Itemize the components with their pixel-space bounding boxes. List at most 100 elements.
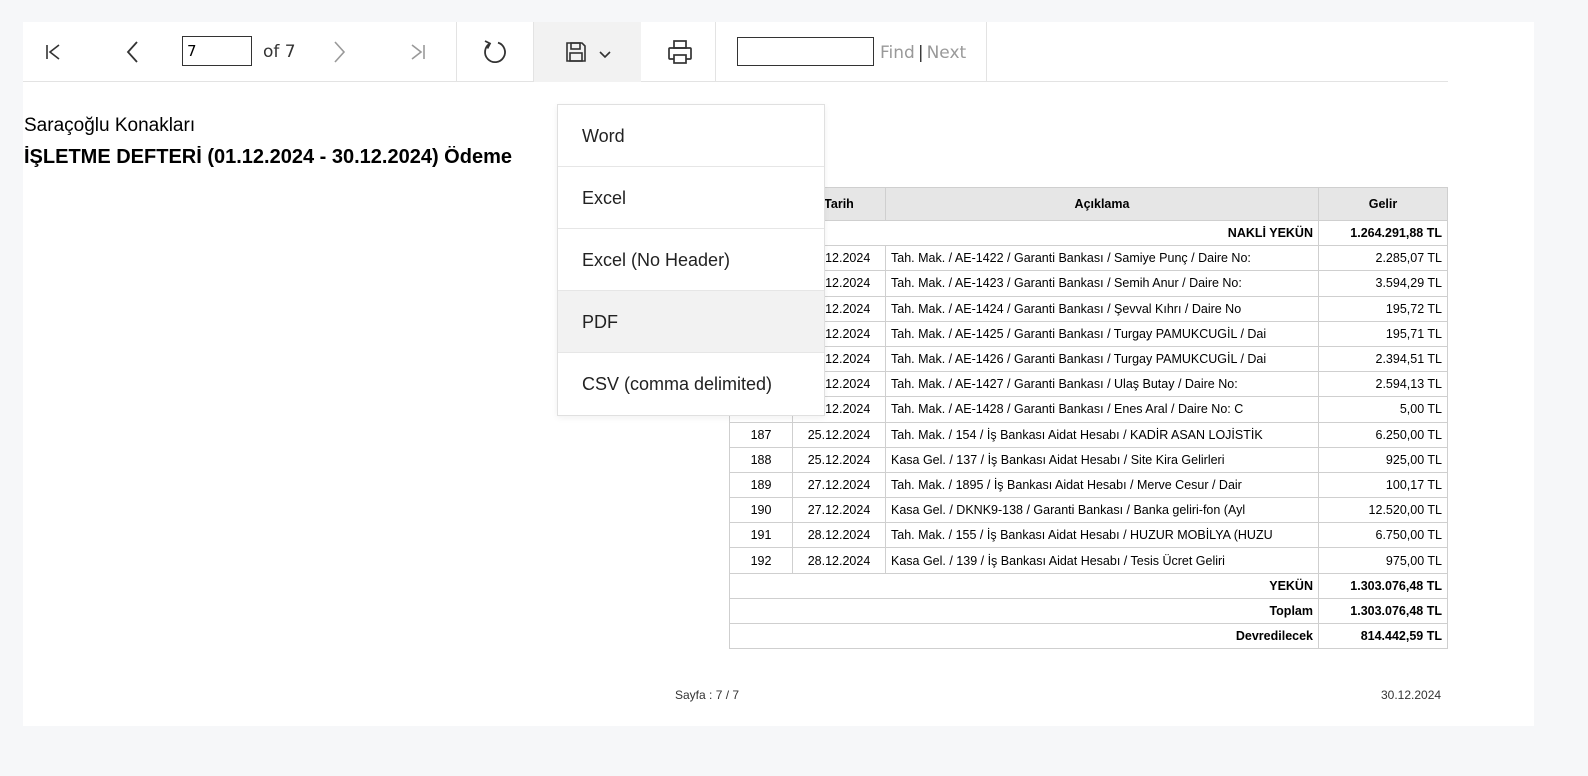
export-button[interactable] bbox=[534, 22, 641, 82]
table-row: 18623.12.2024Tah. Mak. / AE-1428 / Garan… bbox=[729, 396, 1448, 423]
find-link[interactable]: Find bbox=[880, 43, 915, 63]
ledger-table: Tarih Açıklama Gelir NAKLİ YEKÜN 1.264.2… bbox=[729, 187, 1448, 650]
carry-forward-value: 1.264.291,88 TL bbox=[1318, 219, 1448, 247]
row-date: 25.12.2024 bbox=[792, 446, 886, 473]
total-value: 1.303.076,48 TL bbox=[1318, 572, 1448, 599]
row-date: 25.12.2024 bbox=[792, 421, 886, 448]
table-row: 192 28.12.2024 Kasa Gel. / 139 / İş Bankas… bbox=[729, 547, 1448, 574]
report-toolbar: of 7 Find|Next bbox=[23, 22, 1448, 82]
previous-page-button[interactable] bbox=[113, 22, 153, 82]
row-description: Tah. Mak. / AE-1427 / Garanti Bankası / … bbox=[885, 371, 1319, 398]
page-number-input[interactable] bbox=[182, 36, 252, 66]
refresh-button[interactable] bbox=[475, 22, 515, 82]
total-value: 814.442,59 TL bbox=[1318, 622, 1448, 650]
row-amount: 6.750,00 TL bbox=[1318, 522, 1448, 549]
chevron-down-icon bbox=[598, 51, 611, 59]
table-row: 190 27.12.2024 Kasa Gel. / DKNK9-138 / Gar… bbox=[729, 497, 1448, 524]
carry-forward-row: NAKLİ YEKÜN 1.264.291,88 TL bbox=[729, 219, 1448, 247]
row-amount: 2.394,51 TL bbox=[1318, 345, 1448, 373]
row-date: 27.12.2024 bbox=[792, 471, 886, 499]
table-header-row: Tarih Açıklama Gelir bbox=[729, 187, 1448, 221]
column-header-description: Açıklama bbox=[885, 187, 1319, 221]
export-menu-item[interactable]: PDF bbox=[558, 291, 824, 353]
row-amount: 2.285,07 TL bbox=[1318, 245, 1448, 272]
row-description: Tah. Mak. / AE-1426 / Garanti Bankası / … bbox=[885, 345, 1319, 373]
export-menu-item[interactable]: Excel (No Header) bbox=[558, 229, 824, 291]
printer-icon bbox=[668, 40, 692, 64]
find-controls: Find | Next bbox=[880, 22, 966, 84]
export-menu-item[interactable]: CSV (comma delimited) bbox=[558, 353, 824, 415]
row-description: Tah. Mak. / AE-1424 / Garanti Bankası / … bbox=[885, 295, 1319, 322]
row-description: Tah. Mak. / AE-1425 / Garanti Bankası / … bbox=[885, 320, 1319, 347]
row-date: 28.12.2024 bbox=[792, 522, 886, 549]
find-input[interactable] bbox=[737, 37, 874, 66]
chevron-right-icon bbox=[334, 41, 346, 63]
row-description: Tah. Mak. / AE-1428 / Garanti Bankası / … bbox=[885, 396, 1319, 423]
next-page-button[interactable] bbox=[319, 22, 359, 82]
export-menu-item[interactable]: Word bbox=[558, 105, 824, 167]
find-separator: | bbox=[917, 43, 924, 63]
total-row: YEKÜN 1.303.076,48 TL bbox=[729, 572, 1448, 599]
first-page-icon bbox=[46, 44, 60, 60]
row-number: 191 bbox=[729, 522, 793, 549]
row-amount: 925,00 TL bbox=[1318, 446, 1448, 473]
row-amount: 3.594,29 TL bbox=[1318, 270, 1448, 297]
toolbar-divider bbox=[715, 22, 716, 82]
table-row: 191 28.12.2024 Tah. Mak. / 155 / İş Bankas… bbox=[729, 522, 1448, 549]
total-value: 1.303.076,48 TL bbox=[1318, 597, 1448, 625]
report-viewer: of 7 Find|Next Saraçoğlu Konakları İŞLET… bbox=[23, 22, 1534, 726]
report-title: İŞLETME DEFTERİ (01.12.2024 - 30.12.2024… bbox=[24, 146, 512, 168]
page-footer-number: Sayfa : 7 / 7 bbox=[675, 688, 740, 702]
row-number: 188 bbox=[729, 446, 793, 473]
row-number: 187 bbox=[729, 421, 793, 448]
toolbar-divider bbox=[456, 22, 457, 82]
table-row: 23.12.2024 Tah. Mak. / AE-1424 / Garanti … bbox=[729, 295, 1448, 322]
last-page-button[interactable] bbox=[398, 22, 438, 82]
page-count-label: of 7 bbox=[263, 42, 296, 62]
row-number: 189 bbox=[729, 471, 793, 499]
table-row: 23.12.2024 Tah. Mak. / AE-1426 / Garanti … bbox=[729, 345, 1448, 373]
row-amount: 195,72 TL bbox=[1318, 295, 1448, 322]
row-number: 190 bbox=[729, 497, 793, 524]
row-date: 27.12.2024 bbox=[792, 497, 886, 524]
table-row: 23.12.2024 Tah. Mak. / AE-1427 / Garanti … bbox=[729, 371, 1448, 398]
row-amount: 975,00 TL bbox=[1318, 547, 1448, 574]
row-description: Tah. Mak. / AE-1422 / Garanti Bankası / … bbox=[885, 245, 1319, 272]
row-amount: 195,71 TL bbox=[1318, 320, 1448, 347]
row-description: Tah. Mak. / 154 / İş Bankası Aidat Hesab… bbox=[885, 421, 1319, 448]
toolbar-divider bbox=[986, 22, 987, 82]
save-icon bbox=[565, 42, 586, 62]
table-row: 187 25.12.2024 Tah. Mak. / 154 / İş Bankas… bbox=[729, 421, 1448, 448]
row-description: Kasa Gel. / 139 / İş Bankası Aidat Hesab… bbox=[885, 547, 1319, 574]
row-amount: 2.594,13 TL bbox=[1318, 371, 1448, 398]
find-next-link[interactable]: Next bbox=[927, 43, 967, 63]
row-description: Tah. Mak. / 1895 / İş Bankası Aidat Hesa… bbox=[885, 471, 1319, 499]
page-footer-date: 30.12.2024 bbox=[1381, 688, 1442, 702]
total-row: Devredilecek 814.442,59 TL bbox=[729, 622, 1448, 650]
export-menu-item[interactable]: Excel bbox=[558, 167, 824, 229]
row-number: 192 bbox=[729, 547, 793, 574]
row-description: Kasa Gel. / 137 / İş Bankası Aidat Hesab… bbox=[885, 446, 1319, 473]
table-row: 189 27.12.2024 Tah. Mak. / 1895 / İş Banka… bbox=[729, 471, 1448, 499]
table-row: 23.12.2024 Tah. Mak. / AE-1422 / Garanti … bbox=[729, 245, 1448, 272]
print-button[interactable] bbox=[660, 22, 700, 82]
row-description: Tah. Mak. / 155 / İş Bankası Aidat Hesab… bbox=[885, 522, 1319, 549]
table-row: 188 25.12.2024 Kasa Gel. / 137 / İş Bankas… bbox=[729, 446, 1448, 473]
table-row: 23.12.2024 Tah. Mak. / AE-1423 / Garanti … bbox=[729, 270, 1448, 297]
row-description: Tah. Mak. / AE-1423 / Garanti Bankası / … bbox=[885, 270, 1319, 297]
refresh-icon bbox=[484, 40, 506, 64]
row-amount: 6.250,00 TL bbox=[1318, 421, 1448, 448]
first-page-button[interactable] bbox=[33, 22, 73, 82]
row-date: 28.12.2024 bbox=[792, 547, 886, 574]
total-label: Devredilecek bbox=[729, 622, 1319, 650]
row-description: Kasa Gel. / DKNK9-138 / Garanti Bankası … bbox=[885, 497, 1319, 524]
last-page-icon bbox=[411, 44, 425, 60]
company-name: Saraçoğlu Konakları bbox=[24, 115, 196, 136]
total-label: YEKÜN bbox=[729, 572, 1319, 599]
export-dropdown-menu: Word Excel Excel (No Header) PDF CSV (comma … bbox=[557, 104, 825, 416]
table-row: 23.12.2024 Tah. Mak. / AE-1425 / Garanti … bbox=[729, 320, 1448, 347]
chevron-left-icon bbox=[126, 41, 138, 63]
total-row: Toplam 1.303.076,48 TL bbox=[729, 597, 1448, 625]
total-label: Toplam bbox=[729, 597, 1319, 625]
row-amount: 12.520,00 TL bbox=[1318, 497, 1448, 524]
